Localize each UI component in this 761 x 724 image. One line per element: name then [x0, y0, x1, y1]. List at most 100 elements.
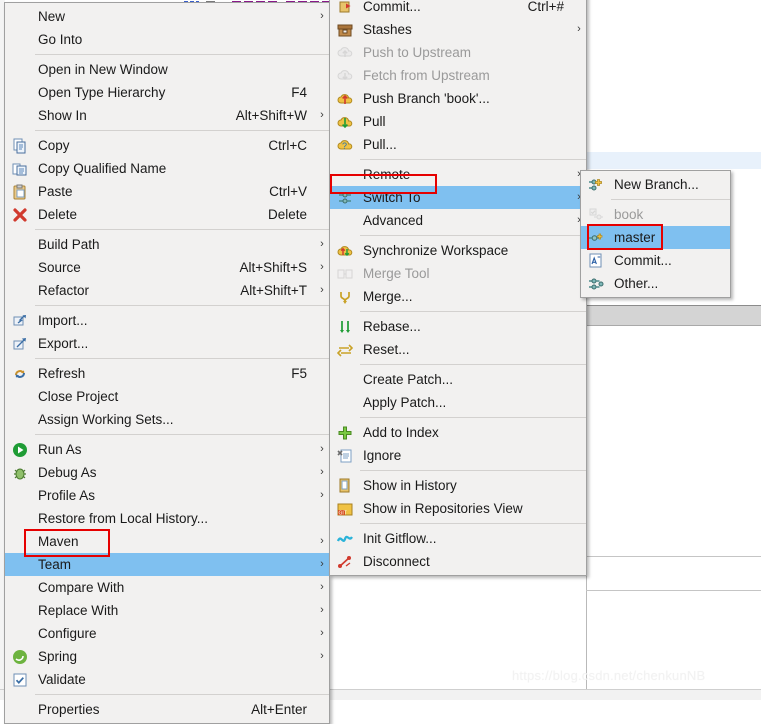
menu-item-profile-as[interactable]: Profile As › [5, 484, 329, 507]
stashes-icon [330, 18, 360, 41]
menu-item-pull[interactable]: ? Pull... [330, 133, 586, 156]
switch-to-submenu[interactable]: New Branch... book master Commit... Other... [580, 170, 731, 298]
menu-item-source[interactable]: Source Alt+Shift+S › [5, 256, 329, 279]
menu-item-label: Assign Working Sets... [38, 412, 174, 427]
menu-item-replace-with[interactable]: Replace With › [5, 599, 329, 622]
menu-item-refresh[interactable]: Refresh F5 [5, 362, 329, 385]
chevron-right-icon: › [320, 627, 324, 639]
menu-item-merge[interactable]: Merge... [330, 285, 586, 308]
project-context-menu[interactable]: New › Go Into Open in New Window Open Type H… [4, 2, 330, 724]
menu-item-label: Show In [38, 108, 87, 123]
chevron-right-icon: › [320, 650, 324, 662]
menu-item-spring[interactable]: Spring › [5, 645, 329, 668]
menu-item-label: Debug As [38, 465, 97, 480]
menu-item-accelerator: Ctrl+# [527, 0, 564, 14]
menu-item-delete[interactable]: Delete Delete [5, 203, 329, 226]
menu-item-show-in[interactable]: Show In Alt+Shift+W › [5, 104, 329, 127]
menu-item-copy-qualified-name[interactable]: Copy Qualified Name [5, 157, 329, 180]
menu-item-label: Commit... [363, 0, 421, 14]
spring-icon [5, 645, 35, 668]
menu-item-accelerator: Delete [267, 207, 307, 222]
menu-item-remote[interactable]: Remote › [330, 163, 586, 186]
copy-icon [5, 134, 35, 157]
menu-separator [360, 311, 586, 312]
menu-item-accelerator: Alt+Shift+W [235, 108, 307, 123]
menu-item-create-patch[interactable]: Create Patch... [330, 368, 586, 391]
chevron-right-icon: › [577, 23, 581, 35]
menu-separator [35, 130, 329, 131]
menu-item-properties[interactable]: Properties Alt+Enter [5, 698, 329, 721]
menu-item-label: Replace With [38, 603, 119, 618]
menu-item-label: Run As [38, 442, 82, 457]
ignore-icon [330, 444, 360, 467]
menu-item-merge-tool: Merge Tool [330, 262, 586, 285]
menu-item-new[interactable]: New › [5, 5, 329, 28]
menu-item-maven[interactable]: Maven › [5, 530, 329, 553]
no-icon [5, 408, 35, 431]
menu-item-reset[interactable]: Reset... [330, 338, 586, 361]
menu-item-import[interactable]: Import... [5, 309, 329, 332]
team-submenu[interactable]: Commit... Ctrl+# Stashes › Push to Upstream F… [329, 0, 587, 576]
menu-item-ignore[interactable]: Ignore [330, 444, 586, 467]
menu-item-assign-working-sets[interactable]: Assign Working Sets... [5, 408, 329, 431]
svg-text:?: ? [342, 141, 347, 151]
menu-item-go-into[interactable]: Go Into [5, 28, 329, 51]
menu-item-show-in-history[interactable]: Show in History [330, 474, 586, 497]
no-icon [5, 530, 35, 553]
menu-item-apply-patch[interactable]: Apply Patch... [330, 391, 586, 414]
menu-item-new-branch[interactable]: New Branch... [581, 173, 730, 196]
menu-item-other[interactable]: Other... [581, 272, 730, 295]
no-icon [5, 385, 35, 408]
menu-item-commit[interactable]: Commit... [581, 249, 730, 272]
menu-item-push-to-upstream: Push to Upstream [330, 41, 586, 64]
menu-item-refactor[interactable]: Refactor Alt+Shift+T › [5, 279, 329, 302]
chevron-right-icon: › [320, 261, 324, 273]
menu-item-label: Merge Tool [363, 266, 430, 281]
menu-item-synchronize-workspace[interactable]: Synchronize Workspace [330, 239, 586, 262]
menu-item-commit[interactable]: Commit... Ctrl+# [330, 0, 586, 18]
menu-item-restore-from-local-history[interactable]: Restore from Local History... [5, 507, 329, 530]
menu-item-export[interactable]: Export... [5, 332, 329, 355]
menu-separator [35, 54, 329, 55]
menu-item-switch-to[interactable]: Switch To › [330, 186, 586, 209]
no-icon [330, 368, 360, 391]
menu-item-open-type-hierarchy[interactable]: Open Type Hierarchy F4 [5, 81, 329, 104]
menu-separator [35, 694, 329, 695]
menu-separator [35, 229, 329, 230]
no-icon [5, 576, 35, 599]
chevron-right-icon: › [320, 10, 324, 22]
rebase-icon [330, 315, 360, 338]
menu-item-validate[interactable]: Validate [5, 668, 329, 691]
menu-item-close-project[interactable]: Close Project [5, 385, 329, 408]
menu-item-stashes[interactable]: Stashes › [330, 18, 586, 41]
menu-item-configure[interactable]: Configure › [5, 622, 329, 645]
new-branch-icon [581, 173, 611, 196]
menu-item-run-as[interactable]: Run As › [5, 438, 329, 461]
menu-item-paste[interactable]: Paste Ctrl+V [5, 180, 329, 203]
menu-item-init-gitflow[interactable]: Init Gitflow... [330, 527, 586, 550]
menu-item-label: Copy Qualified Name [38, 161, 167, 176]
menu-item-build-path[interactable]: Build Path › [5, 233, 329, 256]
chevron-right-icon: › [320, 238, 324, 250]
menu-item-add-to-index[interactable]: Add to Index [330, 421, 586, 444]
menu-item-label: Remote [363, 167, 411, 182]
menu-item-compare-with[interactable]: Compare With › [5, 576, 329, 599]
no-icon [5, 553, 35, 576]
menu-item-show-in-repositories-view[interactable]: GIT Show in Repositories View [330, 497, 586, 520]
no-icon [5, 233, 35, 256]
menu-item-copy[interactable]: Copy Ctrl+C [5, 134, 329, 157]
menu-item-master[interactable]: master [581, 226, 730, 249]
menu-item-open-in-new-window[interactable]: Open in New Window [5, 58, 329, 81]
menu-item-label: Rebase... [363, 319, 421, 334]
menu-item-disconnect[interactable]: Disconnect [330, 550, 586, 573]
chevron-right-icon: › [320, 581, 324, 593]
menu-item-label: Compare With [38, 580, 125, 595]
menu-item-advanced[interactable]: Advanced › [330, 209, 586, 232]
menu-item-team[interactable]: Team › [5, 553, 329, 576]
switch-to-icon [330, 186, 360, 209]
menu-item-rebase[interactable]: Rebase... [330, 315, 586, 338]
menu-item-debug-as[interactable]: Debug As › [5, 461, 329, 484]
menu-item-pull[interactable]: Pull [330, 110, 586, 133]
menu-item-push-branch-book[interactable]: Push Branch 'book'... [330, 87, 586, 110]
merge-icon [330, 285, 360, 308]
